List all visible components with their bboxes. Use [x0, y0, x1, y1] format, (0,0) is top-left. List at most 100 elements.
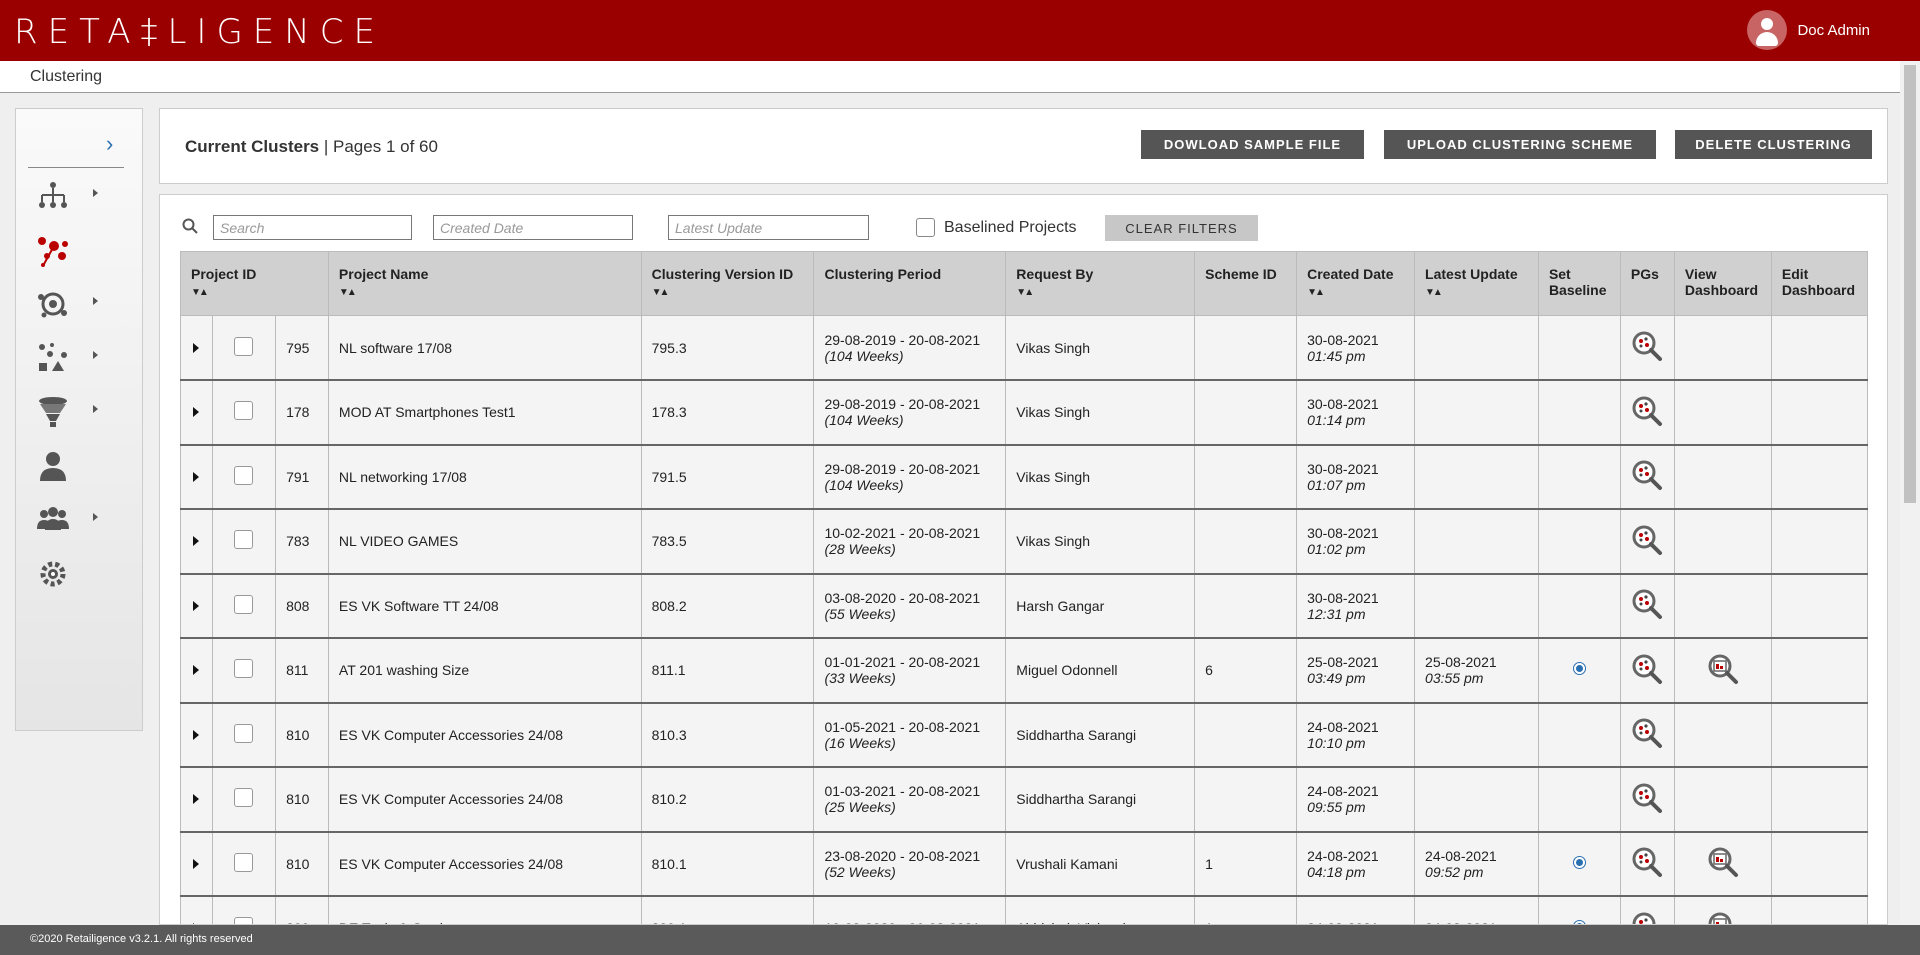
pgs-search-icon[interactable]	[1631, 525, 1663, 559]
row-select-cell[interactable]	[211, 637, 277, 703]
expand-arrow-icon[interactable]	[193, 729, 200, 740]
sidebar-item-settings[interactable]	[36, 557, 76, 593]
edit-dashboard-cell[interactable]	[1770, 315, 1869, 381]
expand-arrow-icon[interactable]	[193, 794, 200, 805]
set-baseline-cell[interactable]	[1537, 379, 1621, 445]
col-created-date[interactable]: Created Date ▼▲	[1296, 251, 1416, 316]
edit-dashboard-cell[interactable]	[1770, 702, 1869, 768]
row-select-cell[interactable]	[211, 702, 277, 768]
edit-dashboard-cell[interactable]	[1770, 444, 1869, 510]
row-expand-cell[interactable]	[180, 315, 213, 381]
row-expand-cell[interactable]	[180, 895, 213, 924]
table-row[interactable]: 795 NL software 17/08 795.3 29-08-2019 - 20…	[180, 315, 1869, 381]
created-date-input[interactable]	[433, 215, 633, 240]
pgs-cell[interactable]	[1619, 895, 1675, 924]
row-checkbox[interactable]	[234, 465, 254, 485]
edit-dashboard-cell[interactable]	[1770, 895, 1869, 924]
table-row[interactable]: 810 ES VK Computer Accessories 24/08 810.2…	[180, 766, 1869, 832]
view-dashboard-cell[interactable]	[1673, 573, 1772, 639]
col-request-by[interactable]: Request By ▼▲	[1005, 251, 1196, 316]
row-select-cell[interactable]	[211, 573, 277, 639]
row-checkbox[interactable]	[234, 852, 254, 872]
sort-icon[interactable]: ▼▲	[1307, 287, 1325, 298]
set-baseline-cell[interactable]	[1537, 573, 1621, 639]
clear-filters-button[interactable]: CLEAR FILTERS	[1105, 215, 1258, 241]
baseline-radio[interactable]	[1572, 855, 1586, 869]
pgs-search-icon[interactable]	[1631, 718, 1663, 752]
app-logo[interactable]: RETA‡LIGENCE	[14, 12, 385, 52]
edit-dashboard-cell[interactable]	[1770, 573, 1869, 639]
expand-arrow-icon[interactable]	[193, 858, 200, 869]
edit-dashboard-cell[interactable]	[1770, 508, 1869, 574]
pgs-cell[interactable]	[1619, 315, 1675, 381]
row-checkbox[interactable]	[234, 788, 254, 808]
set-baseline-cell[interactable]	[1537, 831, 1621, 897]
pgs-search-icon[interactable]	[1631, 783, 1663, 817]
pgs-cell[interactable]	[1619, 766, 1675, 832]
baseline-radio[interactable]	[1572, 662, 1586, 676]
edit-dashboard-cell[interactable]	[1770, 831, 1869, 897]
view-dashboard-cell[interactable]	[1673, 444, 1772, 510]
delete-clustering-button[interactable]: DELETE CLUSTERING	[1675, 130, 1872, 159]
view-dashboard-cell[interactable]	[1673, 508, 1772, 574]
set-baseline-cell[interactable]	[1537, 702, 1621, 768]
row-checkbox[interactable]	[234, 401, 254, 421]
row-expand-cell[interactable]	[180, 379, 213, 445]
pgs-cell[interactable]	[1619, 444, 1675, 510]
baselined-projects-checkbox[interactable]	[916, 218, 935, 237]
row-select-cell[interactable]	[211, 508, 277, 574]
row-expand-cell[interactable]	[180, 508, 213, 574]
pgs-cell[interactable]	[1619, 573, 1675, 639]
table-row[interactable]: 791 NL networking 17/08 791.5 29-08-2019 - …	[180, 444, 1869, 510]
row-checkbox[interactable]	[234, 659, 254, 679]
pgs-search-icon[interactable]	[1631, 589, 1663, 623]
set-baseline-cell[interactable]	[1537, 444, 1621, 510]
row-select-cell[interactable]	[211, 831, 277, 897]
view-dashboard-cell[interactable]	[1673, 637, 1772, 703]
row-checkbox[interactable]	[234, 336, 254, 356]
sort-icon[interactable]: ▼▲	[1425, 287, 1443, 298]
sidebar-item-hierarchy[interactable]	[36, 179, 98, 215]
search-input[interactable]	[213, 215, 412, 240]
sidebar-item-analysis[interactable]	[36, 341, 98, 377]
row-checkbox[interactable]	[234, 723, 254, 743]
set-baseline-cell[interactable]	[1537, 508, 1621, 574]
row-expand-cell[interactable]	[180, 444, 213, 510]
user-avatar-icon[interactable]	[1747, 10, 1788, 50]
table-row[interactable]: 783 NL VIDEO GAMES 783.5 10-02-2021 - 20-08…	[180, 508, 1869, 574]
view-dashboard-cell[interactable]	[1673, 702, 1772, 768]
upload-scheme-button[interactable]: UPLOAD CLUSTERING SCHEME	[1384, 130, 1656, 159]
row-checkbox[interactable]	[234, 594, 254, 614]
row-expand-cell[interactable]	[180, 702, 213, 768]
chevron-right-icon[interactable]: ›	[106, 131, 113, 157]
view-dashboard-cell[interactable]	[1673, 831, 1772, 897]
row-expand-cell[interactable]	[180, 766, 213, 832]
sidebar-item-cycle[interactable]	[36, 287, 98, 323]
edit-dashboard-cell[interactable]	[1770, 637, 1869, 703]
pgs-cell[interactable]	[1619, 379, 1675, 445]
table-row[interactable]: 811 AT 201 washing Size 811.1 01-01-2021 - …	[180, 637, 1869, 703]
view-dashboard-cell[interactable]	[1673, 379, 1772, 445]
pgs-search-icon[interactable]	[1631, 396, 1663, 430]
user-name[interactable]: Doc Admin	[1797, 22, 1870, 39]
view-dashboard-cell[interactable]	[1673, 315, 1772, 381]
pgs-cell[interactable]	[1619, 508, 1675, 574]
col-project-name[interactable]: Project Name ▼▲	[327, 251, 642, 316]
pgs-search-icon[interactable]	[1631, 331, 1663, 365]
col-latest-update[interactable]: Latest Update ▼▲	[1414, 251, 1539, 316]
view-dashboard-icon[interactable]	[1707, 654, 1739, 688]
col-version-id[interactable]: Clustering Version ID ▼▲	[640, 251, 815, 316]
pgs-cell[interactable]	[1619, 637, 1675, 703]
row-select-cell[interactable]	[211, 895, 277, 924]
set-baseline-cell[interactable]	[1537, 766, 1621, 832]
edit-dashboard-cell[interactable]	[1770, 766, 1869, 832]
pgs-search-icon[interactable]	[1631, 460, 1663, 494]
row-select-cell[interactable]	[211, 766, 277, 832]
scrollbar-thumb[interactable]	[1904, 65, 1916, 503]
view-dashboard-cell[interactable]	[1673, 766, 1772, 832]
expand-arrow-icon[interactable]	[193, 471, 200, 482]
row-checkbox[interactable]	[234, 530, 254, 550]
sort-icon[interactable]: ▼▲	[339, 287, 357, 298]
row-expand-cell[interactable]	[180, 573, 213, 639]
table-row[interactable]: 808 ES VK Software TT 24/08 808.2 03-08-202…	[180, 573, 1869, 639]
